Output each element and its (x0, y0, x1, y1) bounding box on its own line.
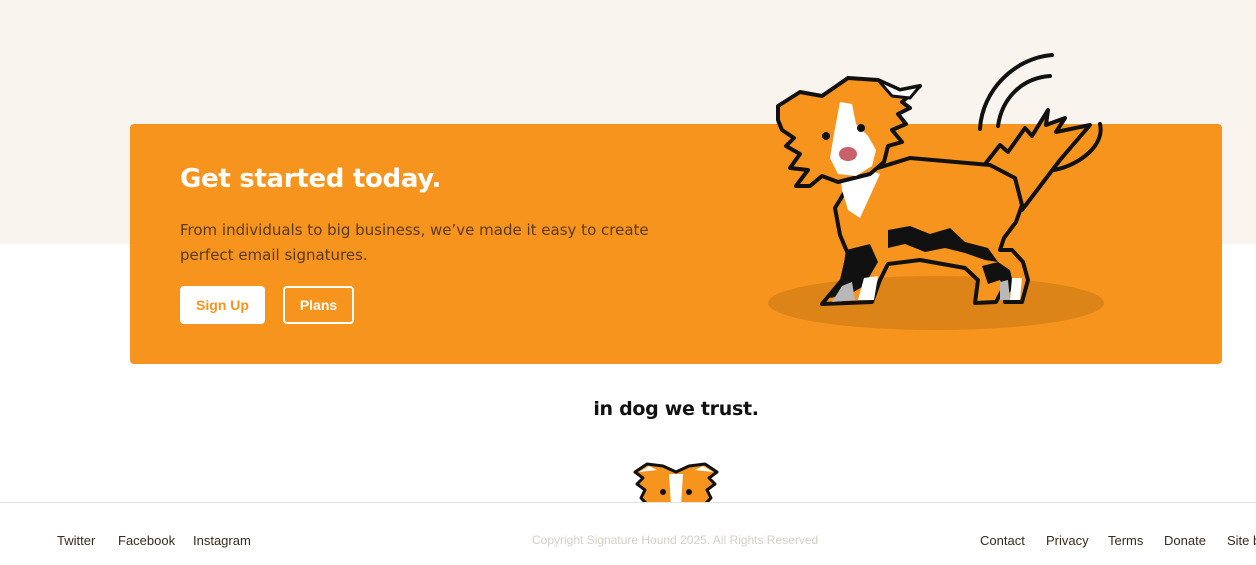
footer-link-contact[interactable]: Contact (980, 533, 1025, 548)
footer-link-privacy[interactable]: Privacy (1046, 533, 1089, 548)
dog-peek-illustration (633, 462, 719, 502)
sign-up-button[interactable]: Sign Up (180, 286, 265, 324)
footer-link-twitter[interactable]: Twitter (57, 533, 95, 548)
cta-description: From individuals to big business, we’ve … (180, 221, 649, 264)
tagline: in dog we trust. (593, 398, 759, 420)
footer-link-terms[interactable]: Terms (1108, 533, 1143, 548)
plans-button[interactable]: Plans (283, 286, 354, 324)
cta-title: Get started today. (180, 164, 442, 194)
dog-illustration (768, 53, 1104, 330)
footer-link-sitemap[interactable]: Site b (1227, 533, 1256, 548)
footer-link-instagram[interactable]: Instagram (193, 533, 251, 548)
site-footer: Twitter Facebook Instagram Copyright Sig… (0, 502, 1256, 565)
footer-link-facebook[interactable]: Facebook (118, 533, 175, 548)
footer-link-donate[interactable]: Donate (1164, 533, 1206, 548)
copyright-text: Copyright Signature Hound 2025. All Righ… (532, 533, 819, 547)
